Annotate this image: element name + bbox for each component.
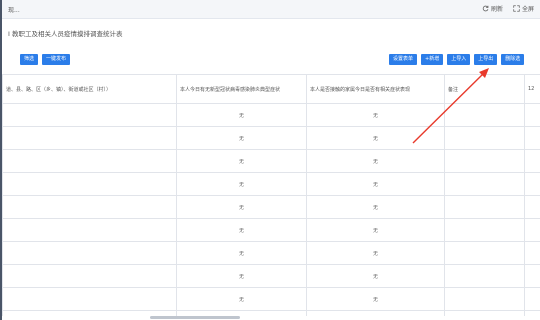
table-cell: 无 — [306, 195, 445, 219]
toolbar-left: 筛选 一键发布 — [20, 54, 71, 65]
table-row[interactable]: 无无 — [2, 149, 540, 173]
table-header-row: 道、县、路、区（乡、镇）、街道或社区（村）） 本人今日有无新型冠状病毒感染肺炎典… — [2, 74, 540, 104]
table-cell: 无 — [306, 126, 445, 150]
table-cell — [524, 149, 540, 173]
table-cell — [2, 172, 177, 196]
table-row[interactable]: 无无 — [2, 126, 540, 150]
table-cell — [2, 241, 177, 265]
table-cell — [444, 149, 525, 173]
table-cell — [524, 126, 540, 150]
table-cell — [2, 195, 177, 219]
fullscreen-label: 全屏 — [521, 6, 534, 13]
filter-button[interactable]: 筛选 — [20, 54, 39, 65]
column-header-address[interactable]: 道、县、路、区（乡、镇）、街道或社区（村）） — [2, 74, 177, 104]
table-cell — [444, 241, 525, 265]
table-cell: 无 — [306, 218, 445, 242]
table-cell: 无 — [306, 241, 445, 265]
refresh-label: 刷新 — [490, 6, 503, 13]
import-button[interactable]: 上导入 — [447, 54, 471, 65]
data-table: 道、县、路、区（乡、镇）、街道或社区（村）） 本人今日有无新型冠状病毒感染肺炎典… — [2, 74, 540, 316]
table-cell: 无 — [176, 218, 307, 242]
table-cell: 无 — [176, 149, 307, 173]
table-cell: 无 — [306, 172, 445, 196]
table-cell — [2, 287, 177, 311]
refresh-button[interactable]: 刷新 — [482, 4, 503, 13]
fullscreen-button[interactable]: 全屏 — [513, 4, 534, 13]
table-cell — [444, 103, 525, 127]
table-cell — [444, 310, 525, 316]
fullscreen-icon — [513, 5, 520, 12]
delete-button[interactable]: 删除选 — [501, 54, 525, 65]
column-header-own-symptoms[interactable]: 本人今日有无新型冠状病毒感染肺炎典型症状 — [176, 74, 307, 104]
export-button[interactable]: 上导出 — [474, 54, 498, 65]
table-cell — [524, 264, 540, 288]
table-row[interactable]: 无无 — [2, 172, 540, 196]
column-header-extra[interactable]: 12 — [524, 74, 540, 104]
table-cell — [2, 103, 177, 127]
one-click-publish-button[interactable]: 一键发布 — [42, 54, 71, 65]
table-cell — [524, 172, 540, 196]
table-cell — [444, 218, 525, 242]
table-cell: 无 — [176, 103, 307, 127]
table-row[interactable]: 无无 — [2, 218, 540, 242]
table-cell: 无 — [306, 264, 445, 288]
table-cell — [524, 218, 540, 242]
table-cell: 无 — [306, 310, 445, 316]
add-button[interactable]: +新增 — [421, 54, 444, 65]
top-bar: 现... 刷新 全屏 — [2, 0, 540, 19]
table-cell: 无 — [176, 287, 307, 311]
table-cell — [444, 264, 525, 288]
table-cell — [2, 264, 177, 288]
toolbar-right: 设置表单 +新增 上导入 上导出 删除选 — [389, 54, 525, 65]
table-cell: 无 — [176, 126, 307, 150]
table-cell: 无 — [306, 287, 445, 311]
table-cell: 无 — [176, 241, 307, 265]
table-cell — [2, 126, 177, 150]
table-cell — [444, 195, 525, 219]
table-cell: 无 — [176, 195, 307, 219]
table-cell — [524, 103, 540, 127]
table-cell: 无 — [306, 103, 445, 127]
table-row[interactable]: 无无 — [2, 241, 540, 265]
table-cell — [444, 287, 525, 311]
table-cell — [524, 241, 540, 265]
page-title: I 教职工及相关人员疫情摸排调查统计表 — [8, 30, 123, 38]
table-cell — [524, 310, 540, 316]
table-row[interactable]: 无无 — [2, 264, 540, 288]
refresh-icon — [482, 5, 489, 12]
column-header-remarks[interactable]: 备注 — [444, 74, 525, 104]
table-cell — [444, 126, 525, 150]
table-cell: 无 — [176, 264, 307, 288]
table-row[interactable]: 无无 — [2, 287, 540, 311]
table-cell: 无 — [306, 149, 445, 173]
form-settings-button[interactable]: 设置表单 — [389, 54, 418, 65]
table-row[interactable]: 无无 — [2, 195, 540, 219]
breadcrumb: 现... — [8, 6, 20, 14]
table-row[interactable]: 无无 — [2, 310, 540, 316]
table-row[interactable]: 无无 — [2, 103, 540, 127]
table-cell — [524, 195, 540, 219]
table-cell — [524, 287, 540, 311]
table-cell — [2, 218, 177, 242]
horizontal-scrollbar[interactable] — [150, 316, 240, 319]
top-actions: 刷新 全屏 — [482, 4, 534, 13]
table-cell: 无 — [176, 172, 307, 196]
table-cell — [2, 149, 177, 173]
column-header-family-symptoms[interactable]: 本人是否接触的家属今日是否有相关症状表现 — [306, 74, 445, 104]
table-cell — [444, 172, 525, 196]
